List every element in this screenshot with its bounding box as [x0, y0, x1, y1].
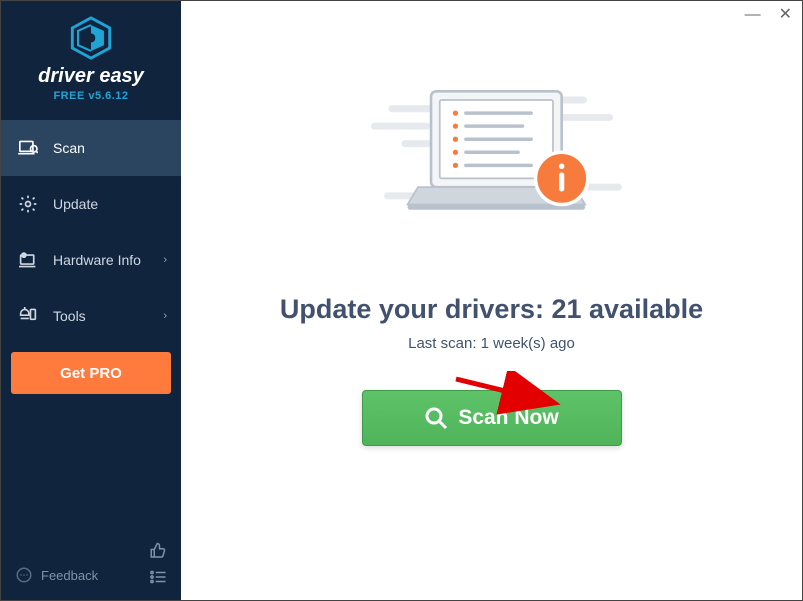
- close-icon[interactable]: ✕: [779, 7, 792, 23]
- laptop-illustration: [357, 71, 627, 256]
- search-icon: [424, 406, 448, 430]
- update-icon: [17, 194, 39, 214]
- sidebar-item-tools[interactable]: Tools ›: [1, 288, 181, 344]
- sidebar-item-update[interactable]: Update: [1, 176, 181, 232]
- list-settings-icon[interactable]: [149, 570, 167, 584]
- app-window: — ✕ driver easy FREE v5.6.12: [0, 0, 803, 601]
- scan-icon: [17, 139, 39, 157]
- headline-suffix: available: [582, 294, 704, 324]
- sidebar-item-scan[interactable]: Scan: [1, 120, 181, 176]
- thumbs-up-icon[interactable]: [149, 542, 167, 560]
- minimize-icon[interactable]: —: [745, 7, 761, 23]
- logo-icon: [68, 15, 114, 61]
- available-count: 21: [551, 294, 581, 324]
- headline: Update your drivers: 21 available: [280, 294, 703, 325]
- chevron-right-icon: ›: [163, 254, 167, 266]
- get-pro-button[interactable]: Get PRO: [11, 352, 171, 394]
- sidebar: driver easy FREE v5.6.12 Scan: [1, 1, 181, 600]
- chevron-right-icon: ›: [163, 310, 167, 322]
- window-controls: — ✕: [745, 7, 792, 23]
- sidebar-footer-icons: [149, 542, 167, 584]
- main-panel: Update your drivers: 21 available Last s…: [181, 1, 802, 600]
- tools-icon: [17, 307, 39, 325]
- version-label: FREE v5.6.12: [1, 90, 181, 102]
- sidebar-nav: Scan Update i: [1, 120, 181, 344]
- headline-prefix: Update your drivers:: [280, 294, 552, 324]
- brand-name: driver easy: [1, 65, 181, 88]
- sidebar-item-label: Scan: [53, 140, 85, 156]
- last-scan-text: Last scan: 1 week(s) ago: [408, 335, 575, 352]
- sidebar-item-hardware-info[interactable]: i Hardware Info ›: [1, 232, 181, 288]
- hardware-info-icon: i: [17, 251, 39, 269]
- sidebar-item-label: Update: [53, 196, 98, 212]
- logo-block: driver easy FREE v5.6.12: [1, 1, 181, 112]
- feedback-icon: [15, 566, 33, 584]
- scan-now-label: Scan Now: [458, 406, 558, 430]
- feedback-link[interactable]: Feedback: [15, 566, 98, 584]
- feedback-label: Feedback: [41, 568, 98, 583]
- sidebar-item-label: Tools: [53, 308, 86, 324]
- scan-now-button[interactable]: Scan Now: [362, 390, 622, 446]
- sidebar-item-label: Hardware Info: [53, 252, 141, 268]
- svg-text:i: i: [23, 253, 24, 258]
- sidebar-footer: Feedback: [1, 530, 181, 600]
